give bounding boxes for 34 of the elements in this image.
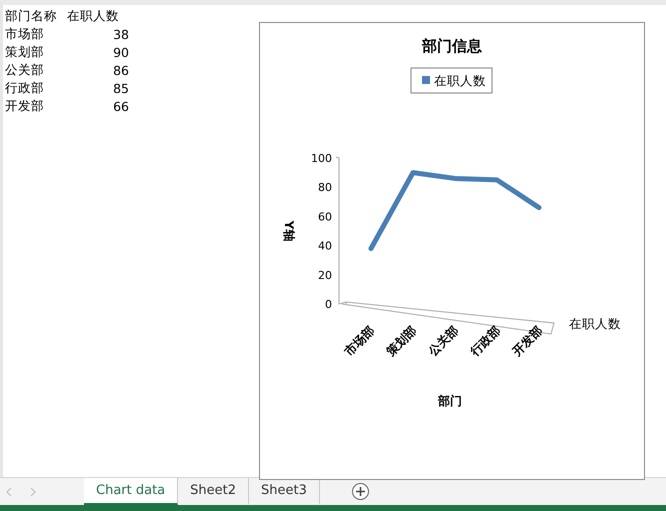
axis-tick-label: 40 (318, 240, 332, 253)
category-label: 市场部 (342, 323, 378, 359)
add-sheet-button[interactable] (352, 483, 369, 500)
category-label: 开发部 (510, 323, 546, 359)
table-cell-text: 66 (112, 98, 129, 114)
header-cell-text: 部门名称 (5, 8, 58, 24)
axis-tick-label: 60 (318, 210, 332, 224)
axis-tick-label: 100 (311, 152, 332, 165)
axis-tick-label: 80 (318, 181, 332, 194)
axis-tick-label: 0 (325, 298, 332, 311)
table-cell-text: 85 (112, 80, 129, 96)
table-cell-text: 策划部 (5, 44, 45, 60)
legend-label: 在职人数 (434, 73, 486, 88)
category-label: 行政部 (468, 323, 504, 359)
table-cell-text: 行政部 (5, 80, 45, 96)
plus-icon (356, 487, 365, 496)
depth-axis-label: 在职人数 (569, 316, 621, 331)
axis-tick-label: 20 (318, 268, 332, 282)
table-cell-text: 公关部 (5, 62, 45, 78)
table-cell-text: 90 (112, 44, 129, 60)
category-label: 公关部 (426, 323, 462, 359)
table-cell-text: 开发部 (5, 98, 45, 114)
chart-title: 部门信息 (422, 37, 482, 55)
scroll-left-icon[interactable] (6, 488, 12, 496)
table-cell-text: 市场部 (5, 26, 45, 42)
axis-title: Y轴 (282, 220, 296, 242)
sheet-tab[interactable]: Chart data (84, 478, 178, 505)
header-cell-text: 在职人数 (67, 8, 120, 24)
table-cell-text: 38 (112, 26, 129, 42)
chart-legend: 在职人数 (410, 68, 492, 94)
scroll-right-icon[interactable] (30, 488, 36, 496)
table-cell-text: 86 (112, 62, 129, 78)
category-label: 策划部 (384, 323, 420, 359)
axis-title: 部门 (438, 394, 462, 408)
